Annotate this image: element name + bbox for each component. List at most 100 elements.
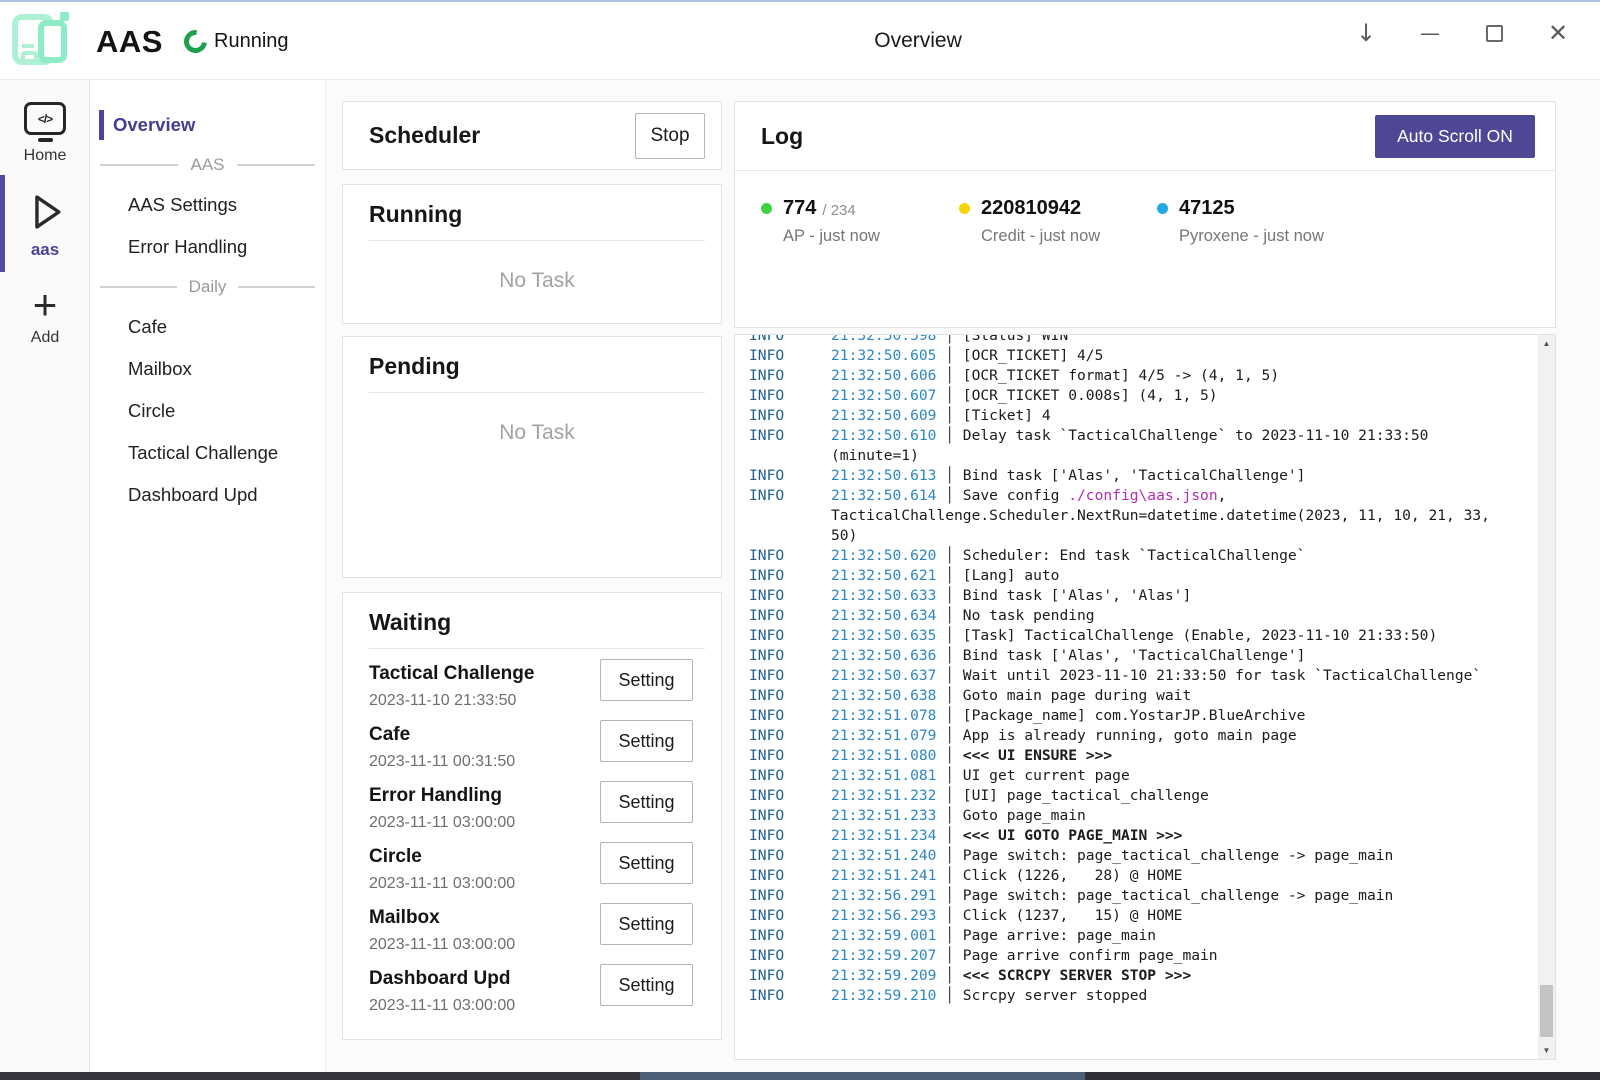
log-message: Click (1226, 28) @ HOME [963, 867, 1183, 884]
log-separator: │ [936, 807, 962, 824]
log-level: INFO [749, 846, 831, 866]
log-entry: INFO 21:32:50.614 │ Save config ./config… [749, 486, 1538, 546]
log-entry: INFO 21:32:50.605 │ [OCR_TICKET] 4/5 [749, 346, 1538, 366]
log-entry: INFO 21:32:51.079 │ App is already runni… [749, 726, 1538, 746]
log-message: [UI] page_tactical_challenge [963, 787, 1209, 804]
setting-button[interactable]: Setting [600, 781, 693, 823]
sidebar-item-mailbox[interactable]: Mailbox [90, 348, 325, 390]
log-separator: │ [936, 607, 962, 624]
log-separator: │ [936, 787, 962, 804]
setting-button[interactable]: Setting [600, 842, 693, 884]
log-timestamp: 21:32:51.081 [831, 767, 936, 784]
log-entry-body: 21:32:51.078 │ [Package_name] com.Yostar… [831, 706, 1507, 726]
log-message: <<< UI ENSURE >>> [963, 747, 1112, 764]
log-timestamp: 21:32:50.636 [831, 647, 936, 664]
titlebar: AAS Running Overview ↓ — ✕ [0, 2, 1600, 80]
sidebar-section-label: Daily [177, 277, 239, 297]
log-entry: INFO 21:32:50.621 │ [Lang] auto [749, 566, 1538, 586]
log-timestamp: 21:32:56.293 [831, 907, 936, 924]
log-timestamp: 21:32:50.633 [831, 587, 936, 604]
log-scroll-area[interactable]: INFO 21:32:50.598 │ [Status] WIN INFO 21… [735, 335, 1538, 1059]
log-entry: INFO 21:32:59.209 │ <<< SCRCPY SERVER ST… [749, 966, 1538, 986]
log-entry: INFO 21:32:51.078 │ [Package_name] com.Y… [749, 706, 1538, 726]
log-separator: │ [936, 487, 962, 504]
sidebar-item-aas-settings[interactable]: AAS Settings [90, 184, 325, 226]
log-message: Page switch: page_tactical_challenge -> … [963, 887, 1394, 904]
log-entry: INFO 21:32:51.081 │ UI get current page [749, 766, 1538, 786]
sidebar-item-circle[interactable]: Circle [90, 390, 325, 432]
log-timestamp: 21:32:50.635 [831, 627, 936, 644]
sidebar-item-error-handling[interactable]: Error Handling [90, 226, 325, 268]
sidebar-item-cafe[interactable]: Cafe [90, 306, 325, 348]
log-entry: INFO 21:32:51.240 │ Page switch: page_ta… [749, 846, 1538, 866]
log-message: [Ticket] 4 [963, 407, 1051, 424]
log-timestamp: 21:32:50.607 [831, 387, 936, 404]
log-entry: INFO 21:32:50.636 │ Bind task ['Alas', '… [749, 646, 1538, 666]
dashboard-stat: 774 / 234 AP - just now [761, 197, 959, 246]
log-entry-body: 21:32:50.635 │ [Task] TacticalChallenge … [831, 626, 1507, 646]
log-separator: │ [936, 747, 962, 764]
log-entry-body: 21:32:59.001 │ Page arrive: page_main [831, 926, 1507, 946]
running-card: Running No Task [342, 184, 722, 324]
minimize-icon[interactable]: — [1416, 16, 1444, 50]
log-level: INFO [749, 566, 831, 586]
sidebar-item-dashboard-upd[interactable]: Dashboard Upd [90, 474, 325, 516]
log-header: Log Auto Scroll ON [735, 102, 1555, 171]
scheduler-title: Scheduler [369, 122, 480, 149]
rail-item-aas[interactable]: aas [0, 175, 90, 272]
close-icon[interactable]: ✕ [1544, 16, 1572, 50]
log-message: Page arrive confirm page_main [963, 947, 1218, 964]
setting-button[interactable]: Setting [600, 720, 693, 762]
auto-scroll-button[interactable]: Auto Scroll ON [1375, 115, 1535, 158]
log-separator: │ [936, 407, 962, 424]
log-entry-body: 21:32:50.620 │ Scheduler: End task `Tact… [831, 546, 1507, 566]
log-separator: │ [936, 907, 962, 924]
scheduler-card: Scheduler Stop [342, 101, 722, 170]
pending-title: Pending [369, 353, 705, 380]
rail-item-add[interactable]: + Add [0, 272, 90, 357]
log-entry: INFO 21:32:51.080 │ <<< UI ENSURE >>> [749, 746, 1538, 766]
log-level: INFO [749, 946, 831, 966]
setting-button[interactable]: Setting [600, 659, 693, 701]
log-message: Bind task ['Alas', 'Alas'] [963, 587, 1191, 604]
setting-button[interactable]: Setting [600, 964, 693, 1006]
stat-value: 47125 [1179, 197, 1235, 220]
scrollbar-up-arrow-icon[interactable]: ▲ [1538, 335, 1555, 352]
app-logo-icon [10, 9, 76, 71]
rail-item-home[interactable]: </> Home [0, 80, 90, 175]
log-timestamp: 21:32:50.609 [831, 407, 936, 424]
log-timestamp: 21:32:50.598 [831, 335, 936, 344]
sidebar-item-tactical-challenge[interactable]: Tactical Challenge [90, 432, 325, 474]
stat-label: AP - just now [783, 227, 959, 246]
log-separator: │ [936, 727, 962, 744]
log-entry-body: 21:32:50.621 │ [Lang] auto [831, 566, 1507, 586]
scrollbar-thumb[interactable] [1540, 985, 1553, 1037]
log-level: INFO [749, 546, 831, 566]
log-message: No task pending [963, 607, 1095, 624]
sidebar-item-overview[interactable]: Overview [90, 104, 325, 146]
maximize-icon[interactable] [1480, 16, 1508, 50]
download-arrow-icon[interactable]: ↓ [1352, 16, 1380, 50]
log-entry-body: 21:32:50.637 │ Wait until 2023-11-10 21:… [831, 666, 1507, 686]
log-message: Page arrive: page_main [963, 927, 1156, 944]
waiting-task-row: Mailbox 2023-11-11 03:00:00 Setting [369, 899, 705, 960]
waiting-task-list: Tactical Challenge 2023-11-10 21:33:50 S… [369, 655, 705, 1021]
log-timestamp: 21:32:50.605 [831, 347, 936, 364]
log-entry: INFO 21:32:50.633 │ Bind task ['Alas', '… [749, 586, 1538, 606]
taskbar-edge-segment [640, 1072, 1085, 1080]
waiting-task-row: Cafe 2023-11-11 00:31:50 Setting [369, 716, 705, 777]
log-separator: │ [936, 927, 962, 944]
stop-button[interactable]: Stop [635, 113, 705, 159]
log-entry-body: 21:32:50.598 │ [Status] WIN [831, 335, 1507, 346]
divider [369, 240, 705, 241]
log-separator: │ [936, 667, 962, 684]
icon-rail: </> Home aas + Add [0, 80, 90, 1074]
log-scrollbar[interactable]: ▲ ▼ [1538, 335, 1555, 1059]
log-message: Wait until 2023-11-10 21:33:50 for task … [963, 667, 1481, 684]
log-timestamp: 21:32:50.606 [831, 367, 936, 384]
log-level: INFO [749, 766, 831, 786]
log-entry-body: 21:32:50.634 │ No task pending [831, 606, 1507, 626]
scrollbar-down-arrow-icon[interactable]: ▼ [1538, 1042, 1555, 1059]
log-separator: │ [936, 567, 962, 584]
setting-button[interactable]: Setting [600, 903, 693, 945]
